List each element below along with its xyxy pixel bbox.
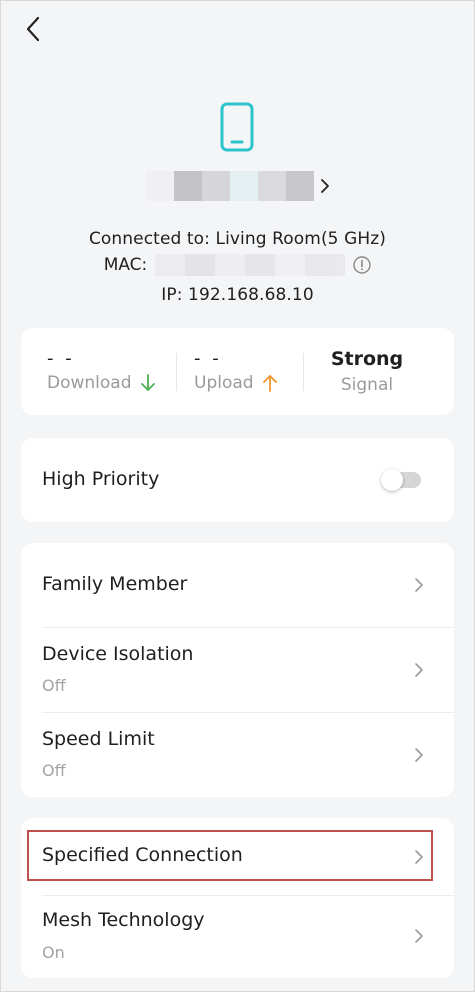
mesh-technology-value: On bbox=[42, 943, 65, 962]
mac-label: MAC: bbox=[103, 255, 148, 275]
upload-label: Upload bbox=[194, 373, 278, 393]
device-name-redacted bbox=[146, 171, 314, 201]
download-value: - - bbox=[47, 348, 75, 369]
upload-value: - - bbox=[194, 348, 222, 369]
speed-limit-label: Speed Limit bbox=[42, 728, 155, 750]
specified-connection-row[interactable]: Specified Connection bbox=[21, 818, 454, 895]
chevron-right-icon bbox=[415, 663, 423, 677]
device-isolation-value: Off bbox=[42, 676, 66, 695]
specified-connection-label: Specified Connection bbox=[42, 844, 243, 866]
high-priority-toggle[interactable] bbox=[381, 469, 421, 491]
signal-value: Strong bbox=[330, 348, 404, 370]
phone-icon bbox=[220, 102, 254, 158]
download-label: Download bbox=[47, 373, 156, 393]
high-priority-card: High Priority bbox=[21, 438, 454, 522]
chevron-right-icon bbox=[320, 176, 336, 196]
mesh-technology-label: Mesh Technology bbox=[42, 909, 205, 931]
chevron-right-icon bbox=[415, 850, 423, 864]
speed-limit-row[interactable]: Speed Limit Off bbox=[21, 713, 454, 797]
toggle-knob bbox=[381, 469, 403, 491]
connection-settings-card: Specified Connection Mesh Technology On bbox=[21, 818, 454, 978]
back-button[interactable] bbox=[18, 14, 48, 44]
ip-address-text: IP: 192.168.68.10 bbox=[161, 285, 314, 305]
chevron-right-icon bbox=[415, 578, 423, 592]
device-name-row[interactable] bbox=[146, 166, 336, 206]
family-member-row[interactable]: Family Member bbox=[21, 543, 454, 627]
speed-limit-value: Off bbox=[42, 761, 66, 780]
chevron-right-icon bbox=[415, 929, 423, 943]
mesh-technology-row[interactable]: Mesh Technology On bbox=[21, 896, 454, 978]
connected-to-text: Connected to: Living Room(5 GHz) bbox=[88, 229, 387, 249]
arrow-up-icon bbox=[262, 375, 277, 392]
download-stat: - - Download bbox=[21, 328, 176, 415]
mac-row: MAC: bbox=[0, 254, 475, 276]
signal-stat: Strong Signal bbox=[304, 328, 454, 415]
device-settings-card: Family Member Device Isolation Off Speed… bbox=[21, 543, 454, 797]
high-priority-label: High Priority bbox=[42, 468, 160, 490]
device-isolation-label: Device Isolation bbox=[42, 643, 194, 665]
chevron-right-icon bbox=[415, 748, 423, 762]
arrow-down-icon bbox=[140, 374, 155, 391]
download-label-text: Download bbox=[47, 373, 132, 393]
device-isolation-row[interactable]: Device Isolation Off bbox=[21, 628, 454, 712]
upload-label-text: Upload bbox=[194, 373, 254, 393]
chevron-left-icon bbox=[26, 16, 40, 42]
mac-address-redacted bbox=[155, 254, 346, 276]
signal-label: Signal bbox=[340, 375, 394, 395]
upload-stat: - - Upload bbox=[177, 328, 303, 415]
traffic-stats-card: - - Download - - Upload Strong Signal bbox=[21, 328, 454, 415]
family-member-label: Family Member bbox=[42, 573, 188, 595]
info-icon[interactable] bbox=[353, 256, 371, 274]
